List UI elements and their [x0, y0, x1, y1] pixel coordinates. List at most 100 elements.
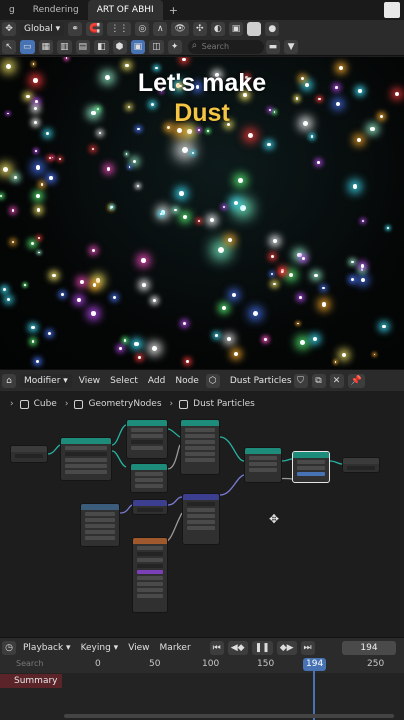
fake-user-icon[interactable]: ⛉ [293, 373, 308, 388]
node-noise-texture[interactable] [132, 537, 168, 613]
menu-select[interactable]: Select [105, 376, 143, 386]
node-instance-on-points[interactable] [180, 419, 220, 475]
dust-particle [322, 286, 325, 290]
timeline-body[interactable]: Search 0 50 100 150 194 250 Summary [0, 657, 404, 720]
breadcrumb-item-dust-particles[interactable]: Dust Particles [179, 399, 255, 409]
menu-node[interactable]: Node [170, 376, 204, 386]
filter-icon[interactable]: ▣ [130, 39, 146, 54]
chevron-right-icon: › [169, 399, 174, 409]
duplicate-icon[interactable]: ⧉ [311, 373, 326, 388]
dust-particle [233, 200, 239, 206]
select-intersect-icon[interactable]: ◧ [94, 39, 109, 54]
outliner-search-input[interactable]: Search [187, 39, 264, 54]
node-vector-math[interactable] [182, 493, 220, 545]
menu-playback[interactable]: Playback ▾ [18, 643, 76, 653]
node-random-value[interactable] [80, 503, 120, 547]
pause-icon[interactable]: ❚❚ [251, 640, 273, 655]
editor-type-icon[interactable]: ⌂ [2, 373, 16, 388]
menu-view[interactable]: View [123, 643, 154, 653]
add-workspace-button[interactable]: + [163, 4, 184, 17]
pin-icon[interactable]: 📌 [347, 373, 365, 388]
playhead-frame-label[interactable]: 194 [303, 658, 327, 671]
ruler-tick: 100 [202, 659, 220, 669]
menu-keying[interactable]: Keying ▾ [76, 643, 124, 653]
falloff-icon[interactable]: ∧ [153, 22, 168, 36]
transform-orientation-dropdown[interactable]: Global ▾ [20, 22, 65, 36]
dust-particle [314, 273, 319, 278]
snap-icon[interactable]: 🧲 [86, 22, 104, 36]
node-group-output[interactable] [342, 457, 380, 473]
dust-particle [2, 167, 8, 172]
dust-particle [24, 283, 26, 286]
jump-keyframe-forward-icon[interactable]: ◆▶ [276, 640, 297, 655]
dust-particle [0, 194, 3, 198]
select-subtract-icon[interactable]: ▥ [57, 39, 72, 54]
timeline-editor-icon[interactable]: ◷ [2, 640, 16, 655]
node-set-material[interactable] [292, 451, 330, 483]
current-frame-field[interactable]: 194 [342, 641, 396, 655]
tab-rendering[interactable]: Rendering [24, 0, 88, 20]
channel-search-input[interactable]: Search [6, 659, 43, 671]
dust-particle [36, 193, 41, 198]
node-distribute-points[interactable] [126, 419, 168, 459]
horizontal-scrollbar[interactable] [64, 714, 394, 718]
menu-view[interactable]: View [74, 376, 105, 386]
scene-icon[interactable] [384, 2, 400, 18]
shading-solid-icon[interactable] [247, 22, 262, 36]
select-invert-icon[interactable]: ▤ [75, 39, 91, 54]
jump-keyframe-back-icon[interactable]: ◀◆ [227, 640, 248, 655]
camera-icon[interactable]: ◫ [149, 39, 164, 54]
select-tool-icon[interactable]: ↖ [2, 39, 16, 54]
transform-orientation-label: Global [24, 24, 53, 34]
xray-icon[interactable]: ▣ [228, 22, 244, 36]
dust-particle [136, 184, 140, 187]
gizmo-icon[interactable]: ✣ [192, 22, 207, 36]
editor-context-dropdown[interactable]: Modifier ▾ [20, 373, 72, 388]
menu-marker[interactable]: Marker [155, 643, 196, 653]
unlink-icon[interactable]: ✕ [329, 373, 344, 388]
tab-art-of-abhi[interactable]: ART OF ABHI [87, 0, 163, 20]
summary-channel[interactable]: Summary [0, 674, 62, 688]
select-extend-icon[interactable]: ▦ [38, 39, 54, 54]
node-mesh-volume[interactable] [60, 437, 112, 481]
menu-add[interactable]: Add [143, 376, 170, 386]
node-editor-header: ⌂ Modifier ▾ View Select Add Node ⬡ Dust… [0, 369, 404, 391]
dust-particle [111, 206, 113, 209]
light-icon[interactable]: ✦ [167, 39, 182, 54]
snap-target-icon[interactable]: ⋮⋮ [107, 22, 132, 36]
view-icon[interactable]: 👁 [171, 22, 189, 36]
dust-particle [91, 249, 95, 253]
ruler-tick: 0 [95, 659, 101, 669]
overlay-icon[interactable]: ◐ [210, 22, 225, 36]
playhead[interactable] [313, 671, 315, 720]
dust-particle [247, 132, 253, 138]
dust-particle [373, 353, 376, 356]
node-tree-name[interactable]: Dust Particles [230, 376, 292, 386]
shading-material-icon[interactable]: ● [265, 22, 280, 36]
tab-partial[interactable]: g [0, 0, 24, 20]
node-tree-icon[interactable]: ⬡ [205, 373, 220, 388]
frame-ruler[interactable]: Search 0 50 100 150 194 250 [0, 657, 404, 673]
node-group-input[interactable] [10, 445, 48, 463]
dust-particle [183, 215, 188, 220]
dust-particle [128, 166, 131, 168]
caption-line1: Let's make [137, 69, 267, 97]
pivot-icon[interactable]: ⚭ [68, 22, 83, 36]
jump-start-icon[interactable]: ⏮ [209, 640, 224, 655]
jump-end-icon[interactable]: ⏭ [300, 640, 315, 655]
filter-funnel-icon[interactable]: ▼ [284, 39, 299, 54]
display-mode-icon[interactable]: ▬ [265, 39, 281, 54]
node-set-position[interactable] [244, 447, 282, 483]
move-cursor-icon: ✥ [269, 512, 280, 526]
proportional-edit-icon[interactable]: ◎ [135, 22, 150, 36]
node-combine-xyz[interactable] [132, 499, 168, 515]
breadcrumb-item-geometrynodes[interactable]: GeometryNodes [74, 399, 162, 409]
object-mode-icon[interactable]: ⬢ [112, 39, 127, 54]
3d-viewport[interactable]: Let's make Dust [0, 57, 404, 369]
breadcrumb-item-cube[interactable]: Cube [19, 399, 57, 409]
node-canvas[interactable]: ✥ [0, 417, 404, 637]
cursor-icon[interactable]: ✥ [2, 22, 16, 36]
select-box-icon[interactable]: ▭ [20, 39, 35, 54]
dust-particle [65, 57, 68, 60]
node-ico-sphere[interactable] [130, 463, 168, 493]
